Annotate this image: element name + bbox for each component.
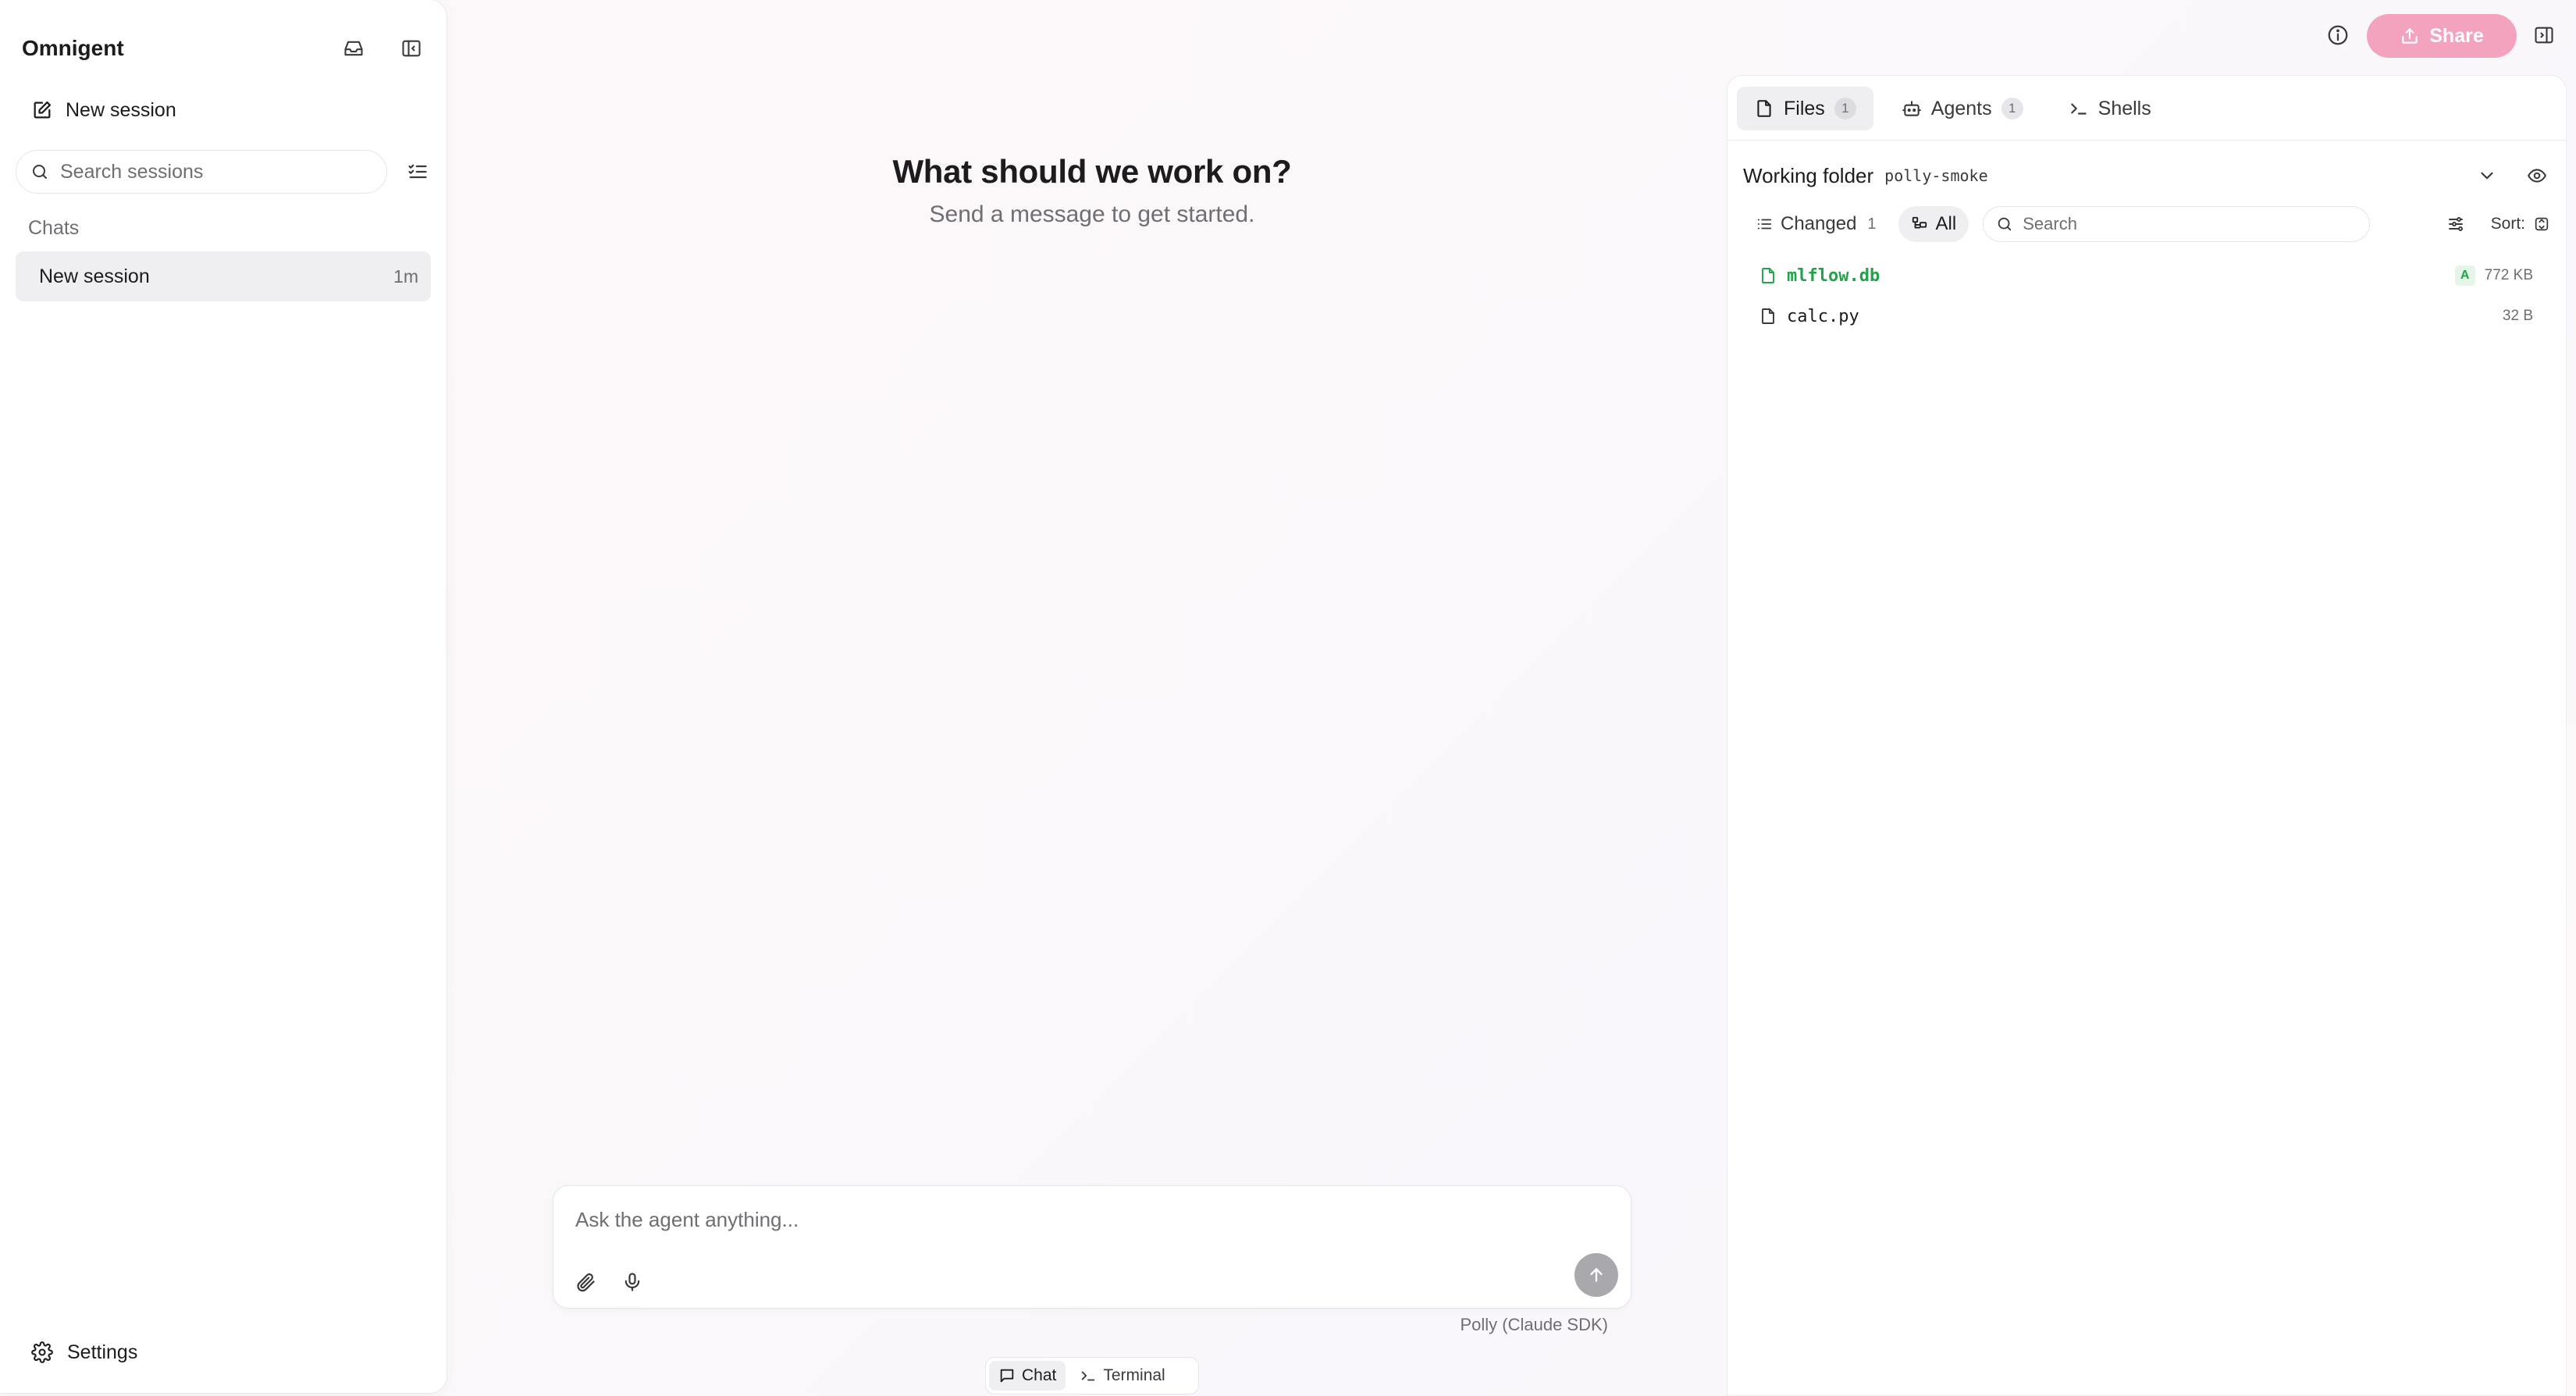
tab-shells-label: Shells	[2097, 97, 2151, 119]
sort-icon	[2533, 215, 2550, 233]
empty-state: What should we work on? Send a message t…	[447, 153, 1738, 228]
eye-icon[interactable]	[2524, 162, 2550, 189]
sort-label: Sort:	[2490, 215, 2525, 233]
file-size: 772 KB	[2484, 267, 2533, 283]
sidebar-toggle-icon[interactable]	[398, 35, 425, 62]
model-label[interactable]: Polly (Claude SDK)	[1374, 1315, 1608, 1335]
filter-all-label: All	[1935, 213, 1957, 234]
tree-icon	[1911, 215, 1928, 233]
message-input[interactable]	[575, 1208, 1512, 1232]
gear-icon	[31, 1341, 53, 1363]
list-icon	[1756, 215, 1773, 233]
file-row[interactable]: calc.py 32 B	[1743, 296, 2550, 337]
session-item[interactable]: New session 1m	[16, 251, 431, 301]
panel-divider	[1727, 140, 2566, 141]
robot-icon	[1902, 98, 1922, 119]
info-icon[interactable]	[2325, 22, 2351, 48]
microphone-icon[interactable]	[619, 1269, 646, 1295]
page-subtitle: Send a message to get started.	[929, 201, 1255, 227]
filter-changed-label: Changed	[1781, 213, 1857, 234]
search-sessions-input[interactable]	[60, 160, 372, 183]
arrow-up-icon	[1586, 1265, 1606, 1285]
filter-all-button[interactable]: All	[1898, 206, 1969, 242]
sort-button[interactable]: Sort:	[2491, 215, 2550, 233]
mode-chat-button[interactable]: Chat	[989, 1361, 1066, 1391]
mode-terminal-button[interactable]: Terminal	[1070, 1361, 1174, 1391]
file-name: calc.py	[1787, 306, 1859, 326]
file-search-input[interactable]	[2023, 214, 2357, 234]
new-session-label: New session	[66, 98, 176, 121]
working-folder-name: polly-smoke	[1884, 166, 1988, 185]
working-folder-row: Working folder polly-smoke	[1743, 154, 2550, 198]
mode-chat-label: Chat	[1022, 1366, 1057, 1384]
search-icon	[1996, 215, 2013, 233]
terminal-icon	[1080, 1367, 1097, 1384]
checklist-icon[interactable]	[404, 158, 431, 185]
paperclip-icon[interactable]	[572, 1269, 599, 1295]
filter-changed-count: 1	[1867, 215, 1877, 233]
file-status-badge: A	[2454, 265, 2475, 286]
share-label: Share	[2429, 24, 2484, 47]
filter-changed-button[interactable]: Changed 1	[1743, 206, 1889, 242]
new-session-button[interactable]: New session	[31, 92, 176, 128]
chevron-down-icon[interactable]	[2474, 162, 2500, 189]
tab-files-label: Files	[1784, 97, 1825, 119]
tab-files-count: 1	[1834, 98, 1856, 119]
tab-agents-count: 1	[2001, 98, 2023, 119]
tab-agents[interactable]: Agents 1	[1884, 87, 2041, 130]
settings-button[interactable]: Settings	[31, 1334, 137, 1371]
inbox-icon[interactable]	[340, 35, 367, 62]
chats-section-label: Chats	[28, 217, 80, 239]
share-button[interactable]: Share	[2367, 14, 2517, 58]
sidebar: Omnigent New session Search sessions Cha…	[0, 0, 447, 1393]
mode-switch: Chat Terminal	[985, 1357, 1199, 1394]
file-name: mlflow.db	[1787, 265, 1880, 286]
file-list: mlflow.db A 772 KB calc.py 32 B	[1743, 255, 2550, 337]
tab-shells[interactable]: Shells	[2051, 87, 2169, 130]
file-filter-row: Changed 1 All Search Sort:	[1743, 201, 2550, 248]
settings-label: Settings	[67, 1341, 138, 1363]
app-title: Omnigent	[22, 36, 124, 60]
panel-toggle-icon[interactable]	[2531, 22, 2557, 48]
panel-tabs: Files 1 Agents 1 Shells	[1737, 85, 2556, 132]
session-item-time: 1m	[393, 265, 418, 287]
message-composer	[553, 1185, 1631, 1309]
sliders-icon[interactable]	[2443, 211, 2469, 237]
file-row[interactable]: mlflow.db A 772 KB	[1743, 255, 2550, 296]
session-item-label: New session	[39, 265, 150, 287]
tab-agents-label: Agents	[1930, 97, 1992, 119]
workspace-panel: Files 1 Agents 1 Shells Working folder p…	[1727, 75, 2567, 1396]
file-icon	[1759, 307, 1777, 326]
file-icon	[1759, 266, 1777, 285]
search-icon	[30, 162, 49, 181]
share-icon	[2400, 26, 2420, 46]
edit-icon	[31, 99, 53, 121]
sidebar-header: Omnigent	[22, 30, 425, 67]
session-search	[16, 150, 387, 194]
file-search	[1983, 206, 2371, 242]
tab-files[interactable]: Files 1	[1737, 87, 1873, 130]
terminal-icon	[2069, 98, 2089, 119]
send-button[interactable]	[1574, 1253, 1618, 1297]
file-icon	[1754, 98, 1774, 119]
working-folder-label: Working folder	[1743, 163, 1874, 187]
chat-bubble-icon	[998, 1367, 1016, 1384]
mode-terminal-label: Terminal	[1103, 1366, 1165, 1384]
page-title: What should we work on?	[892, 153, 1292, 190]
file-size: 32 B	[2502, 308, 2533, 324]
